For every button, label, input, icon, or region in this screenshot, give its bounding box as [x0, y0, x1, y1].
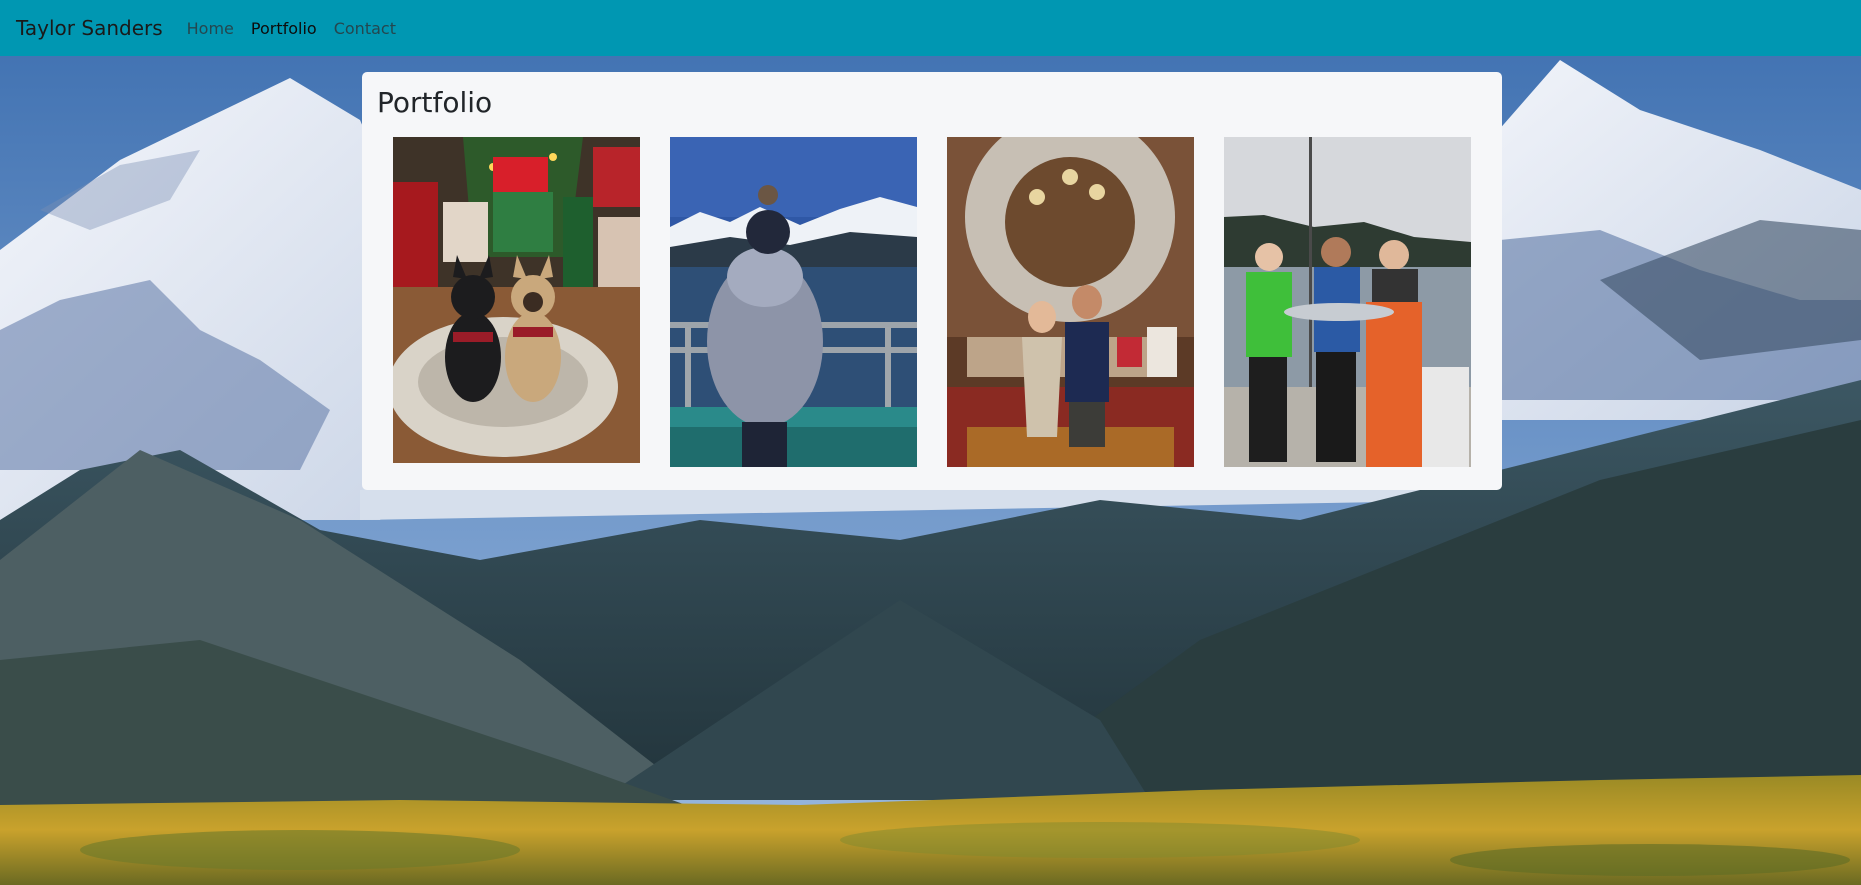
- brand-link[interactable]: Taylor Sanders: [16, 16, 163, 40]
- portfolio-photo-couple-wreath[interactable]: [947, 137, 1194, 467]
- page-title: Portfolio: [377, 86, 493, 119]
- portfolio-card: Portfolio: [362, 72, 1502, 490]
- nav-link-contact[interactable]: Contact: [334, 19, 396, 38]
- portfolio-photo-dogs[interactable]: [393, 137, 640, 463]
- nav-link-portfolio[interactable]: Portfolio: [251, 19, 317, 38]
- top-navbar: Taylor Sanders Home Portfolio Contact: [0, 0, 1861, 56]
- nav-link-home[interactable]: Home: [187, 19, 234, 38]
- portfolio-photo-boat-mountains[interactable]: [670, 137, 917, 467]
- portfolio-photo-fishing[interactable]: [1224, 137, 1471, 467]
